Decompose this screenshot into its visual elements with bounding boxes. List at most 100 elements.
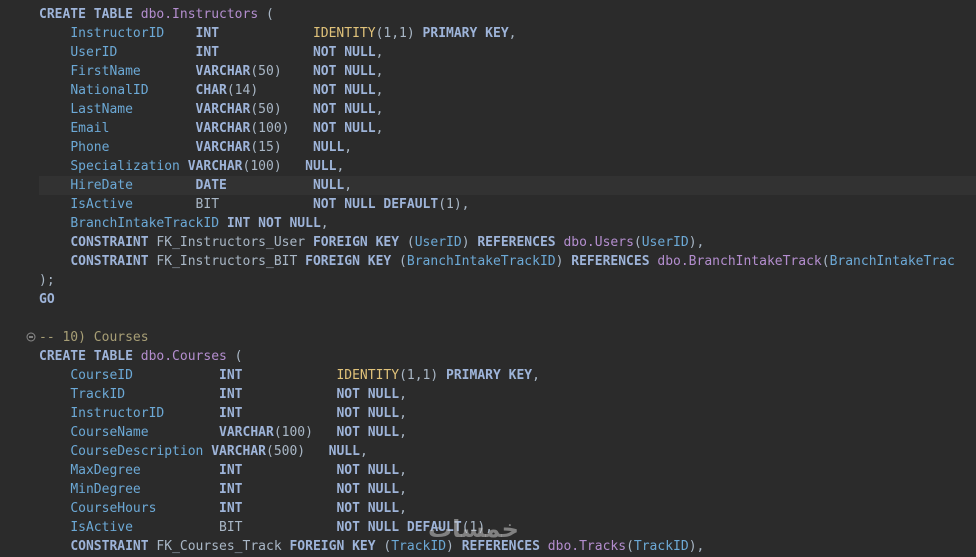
code-line[interactable]: InstructorID INT IDENTITY(1,1) PRIMARY K… — [39, 24, 976, 43]
code-token: InstructorID — [70, 406, 204, 421]
code-token: VARCHAR — [219, 425, 274, 440]
code-line[interactable]: InstructorID INT NOT NULL, — [39, 404, 976, 423]
code-line[interactable]: CONSTRAINT FK_Instructors_User FOREIGN K… — [39, 233, 976, 252]
code-line[interactable]: MaxDegree INT NOT NULL, — [39, 461, 976, 480]
code-token: IDENTITY — [312, 26, 376, 41]
code-token: (100) — [242, 159, 306, 174]
code-token: ( — [226, 349, 243, 364]
code-token: ) — [461, 235, 478, 250]
code-line[interactable]: CREATE TABLE dbo.Courses ( — [39, 347, 976, 366]
code-token: , — [344, 140, 353, 155]
code-token: FK_Courses_Track — [148, 539, 290, 554]
code-line[interactable]: Email VARCHAR(100) NOT NULL, — [39, 119, 976, 138]
code-token: ( — [258, 7, 274, 22]
code-token: (50) — [250, 102, 313, 117]
code-line[interactable]: HireDate DATE NULL, — [39, 176, 976, 195]
code-token: NOT NULL — [312, 45, 376, 60]
code-line[interactable]: CourseID INT IDENTITY(1,1) PRIMARY KEY, — [39, 366, 976, 385]
code-line[interactable]: TrackID INT NOT NULL, — [39, 385, 976, 404]
code-line[interactable]: NationalID CHAR(14) NOT NULL, — [39, 81, 976, 100]
code-line[interactable]: IsActive BIT NOT NULL DEFAULT(1), — [39, 195, 976, 214]
code-token: ) — [555, 254, 572, 269]
code-token: INT — [219, 501, 243, 516]
code-line[interactable]: LastName VARCHAR(50) NOT NULL, — [39, 100, 976, 119]
code-token: Phone — [70, 140, 180, 155]
code-token: HireDate — [70, 178, 180, 193]
code-token: ( — [633, 235, 642, 250]
code-token: NOT NULL — [312, 121, 376, 136]
code-token: , — [344, 178, 353, 193]
code-line[interactable]: -- 10) Courses — [39, 328, 976, 347]
code-token: , — [508, 26, 517, 41]
code-token: ( — [399, 235, 415, 250]
code-line[interactable]: GO — [39, 290, 976, 309]
code-token: , — [336, 159, 345, 174]
code-token: VARCHAR — [195, 64, 251, 79]
code-line[interactable]: BranchIntakeTrackID INT NOT NULL, — [39, 214, 976, 233]
code-line[interactable]: CREATE TABLE dbo.Instructors ( — [39, 5, 976, 24]
code-token: (15) — [250, 140, 313, 155]
code-token: ), — [688, 235, 705, 250]
code-token: UserID — [414, 235, 462, 250]
code-token: FOREIGN KEY — [305, 254, 392, 269]
code-token: INT — [195, 26, 220, 41]
code-token: dbo.Courses — [140, 349, 227, 364]
code-token: ( — [626, 539, 634, 554]
code-token: VARCHAR — [195, 102, 251, 117]
code-line[interactable]: Specialization VARCHAR(100) NULL, — [39, 157, 976, 176]
code-token: (1,1) — [375, 26, 423, 41]
code-line[interactable]: UserID INT NOT NULL, — [39, 43, 976, 62]
code-token: BranchIntakeTrackID — [70, 216, 220, 231]
code-token: NULL — [312, 178, 345, 193]
code-token: NOT NULL — [336, 482, 400, 497]
code-line[interactable]: CONSTRAINT FK_Instructors_BIT FOREIGN KE… — [39, 252, 976, 271]
code-line[interactable] — [39, 309, 976, 328]
code-token: NOT NULL — [312, 64, 376, 79]
code-token: BranchIntakeTrac — [829, 254, 955, 269]
code-token: CONSTRAINT — [70, 254, 149, 269]
code-line[interactable]: Phone VARCHAR(15) NULL, — [39, 138, 976, 157]
code-editor[interactable]: CREATE TABLE dbo.Instructors ( Instructo… — [0, 0, 976, 557]
fold-collapse-icon[interactable] — [26, 332, 36, 342]
code-token: Specialization — [70, 159, 180, 174]
code-token: , — [399, 501, 407, 516]
code-token: NOT NULL — [336, 406, 400, 421]
code-token: , — [399, 463, 407, 478]
code-line[interactable]: FirstName VARCHAR(50) NOT NULL, — [39, 62, 976, 81]
code-line[interactable]: CourseDescription VARCHAR(500) NULL, — [39, 442, 976, 461]
code-token: VARCHAR — [195, 140, 251, 155]
code-line[interactable]: MinDegree INT NOT NULL, — [39, 480, 976, 499]
code-line[interactable]: CourseName VARCHAR(100) NOT NULL, — [39, 423, 976, 442]
code-token: ), — [688, 539, 705, 554]
code-token: CREATE TABLE — [39, 349, 141, 364]
code-token: (50) — [250, 64, 313, 79]
code-token: (14) — [226, 83, 313, 98]
code-token: CHAR — [195, 83, 227, 98]
code-token: NOT NULL — [312, 102, 376, 117]
code-token: INT — [219, 463, 243, 478]
code-token: (1), — [438, 197, 470, 212]
code-line[interactable]: ); — [39, 271, 976, 290]
